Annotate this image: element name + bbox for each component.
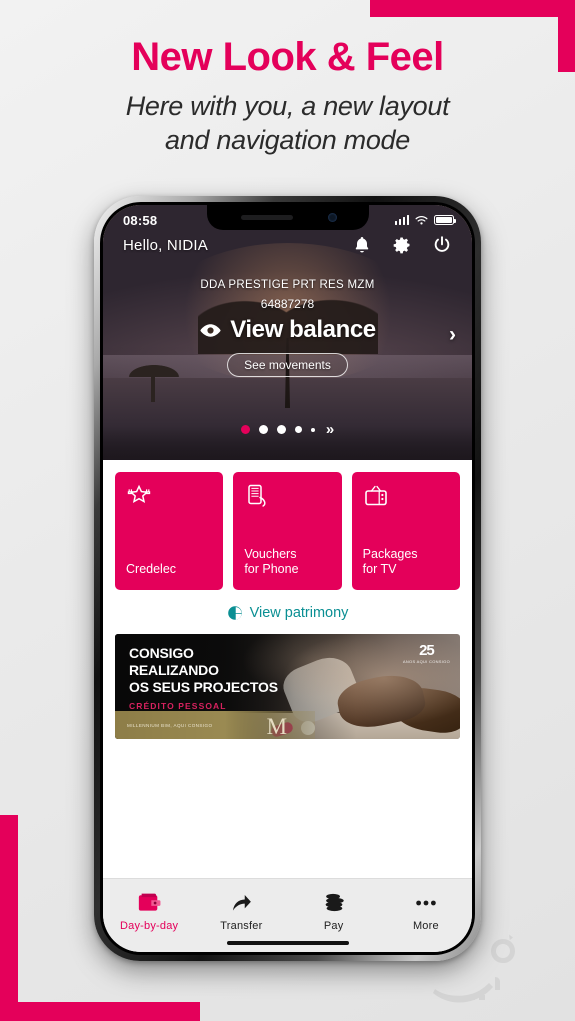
view-patrimony-link[interactable]: View patrimony — [103, 590, 472, 634]
nav-item-transfer[interactable]: Transfer — [195, 891, 287, 932]
carousel-more-icon[interactable]: » — [326, 421, 334, 438]
tile-label: Packages for TV — [363, 547, 449, 578]
tile-label-line1: Packages — [362, 546, 418, 561]
carousel-dot[interactable] — [276, 425, 286, 434]
site-watermark — [433, 934, 515, 1003]
transfer-arrow-icon — [230, 891, 253, 914]
signal-bars-icon — [394, 215, 409, 225]
phone-mockup: 08:58 Hello, NIDIA DDA PRESTIGE PRT RES … — [94, 196, 481, 961]
phone-notch — [206, 205, 369, 230]
view-balance-row[interactable]: View balance — [103, 316, 472, 344]
status-icons — [394, 214, 456, 226]
next-account-arrow[interactable]: › — [449, 323, 456, 347]
wallet-icon — [137, 891, 161, 914]
nav-item-day-by-day[interactable]: Day-by-day — [103, 891, 195, 932]
see-movements-button[interactable]: See movements — [227, 353, 348, 377]
credelec-star-plug-icon — [127, 484, 151, 503]
more-dots-icon — [414, 891, 438, 914]
anniversary-badge: 25 ANOS AQUI CONSIGO — [403, 643, 450, 664]
status-time: 08:58 — [123, 212, 158, 228]
nav-label: Pay — [323, 920, 344, 932]
view-patrimony-label: View patrimony — [249, 605, 349, 621]
page-title: New Look & Feel — [131, 35, 444, 79]
banner-line-1: CONSIGO — [129, 645, 194, 661]
quick-action-tiles: Credelec Vouchers for Phone Packages for… — [103, 460, 472, 590]
promo-subtitle-line1: Here with you, a new layout — [125, 91, 450, 121]
wifi-icon — [415, 215, 428, 225]
carousel-dot[interactable] — [294, 426, 302, 433]
banner-brand-bar: MILLENNIUM BIM, AQUI CONSIGO M — [115, 711, 316, 739]
coins-stack-icon — [322, 891, 346, 914]
pie-chart-icon — [227, 606, 242, 620]
promo-subtitle-line2: and navigation mode — [165, 124, 410, 155]
nav-item-more[interactable]: More — [380, 891, 472, 932]
promo-banner[interactable]: CONSIGO REALIZANDO OS SEUS PROJECTOS CRÉ… — [115, 634, 460, 739]
carousel-dot[interactable] — [310, 427, 315, 432]
tile-label-line1: Vouchers — [244, 546, 297, 561]
banner-subtitle: CRÉDITO PESSOAL — [129, 701, 227, 712]
header-actions — [352, 235, 452, 255]
home-indicator[interactable] — [226, 941, 349, 945]
front-camera-icon — [327, 213, 337, 222]
promo-text-block: New Look & Feel Here with you, a new lay… — [0, 36, 575, 158]
eye-icon[interactable] — [199, 323, 222, 338]
nav-label: Transfer — [220, 920, 263, 932]
greeting-text: Hello, NIDIA — [123, 236, 208, 254]
carousel-dot[interactable] — [258, 425, 268, 434]
tile-label-line2: for TV — [362, 562, 397, 577]
television-icon — [364, 485, 387, 506]
power-logout-icon[interactable] — [432, 235, 452, 255]
promo-banner-wrapper: CONSIGO REALIZANDO OS SEUS PROJECTOS CRÉ… — [103, 634, 472, 739]
nav-item-pay[interactable]: Pay — [288, 891, 380, 932]
app-header: Hello, NIDIA — [103, 235, 472, 255]
view-balance-label: View balance — [230, 316, 376, 343]
nav-label: Day-by-day — [120, 920, 179, 932]
tile-label-line2: for Phone — [244, 562, 299, 577]
tile-label: Credelec — [126, 562, 177, 577]
banner-line-3: OS SEUS PROJECTOS — [129, 679, 278, 696]
settings-gear-icon[interactable] — [392, 235, 412, 255]
banner-line-2: REALIZANDO — [129, 662, 219, 679]
mobile-phone-hand-icon — [248, 484, 266, 507]
battery-full-icon — [434, 215, 456, 225]
millennium-m-logo: M — [266, 714, 288, 739]
account-hero-carousel[interactable]: 08:58 Hello, NIDIA DDA PRESTIGE PRT RES … — [103, 205, 472, 460]
notifications-bell-icon[interactable] — [352, 235, 372, 255]
tile-credelec[interactable]: Credelec — [115, 472, 224, 590]
corner-accent-bottom-left-vertical — [0, 815, 18, 1021]
anniversary-caption: ANOS AQUI CONSIGO — [402, 659, 450, 664]
account-summary[interactable]: DDA PRESTIGE PRT RES MZM 64887278 View b… — [103, 279, 472, 377]
nav-label: More — [412, 920, 439, 932]
account-name: DDA PRESTIGE PRT RES MZM — [200, 279, 375, 291]
carousel-dot-active[interactable] — [240, 425, 250, 434]
corner-accent-bottom-left-horizontal — [0, 1002, 200, 1021]
tile-label: Vouchers for Phone — [244, 547, 330, 578]
tile-vouchers-for-phone[interactable]: Vouchers for Phone — [233, 472, 342, 590]
phone-bezel: 08:58 Hello, NIDIA DDA PRESTIGE PRT RES … — [100, 202, 475, 955]
banner-brand-text: MILLENNIUM BIM, AQUI CONSIGO — [127, 722, 213, 728]
corner-accent-top-right-horizontal — [370, 0, 575, 17]
phone-screen: 08:58 Hello, NIDIA DDA PRESTIGE PRT RES … — [103, 205, 472, 952]
anniversary-number: 25 — [419, 642, 435, 659]
promo-subtitle: Here with you, a new layout and navigati… — [0, 90, 575, 158]
account-number: 64887278 — [260, 297, 315, 311]
tile-packages-for-tv[interactable]: Packages for TV — [351, 472, 460, 590]
banner-headline: CONSIGO REALIZANDO OS SEUS PROJECTOS CRÉ… — [129, 645, 278, 711]
carousel-pagination[interactable]: » — [103, 421, 472, 438]
earpiece-speaker — [240, 215, 293, 220]
